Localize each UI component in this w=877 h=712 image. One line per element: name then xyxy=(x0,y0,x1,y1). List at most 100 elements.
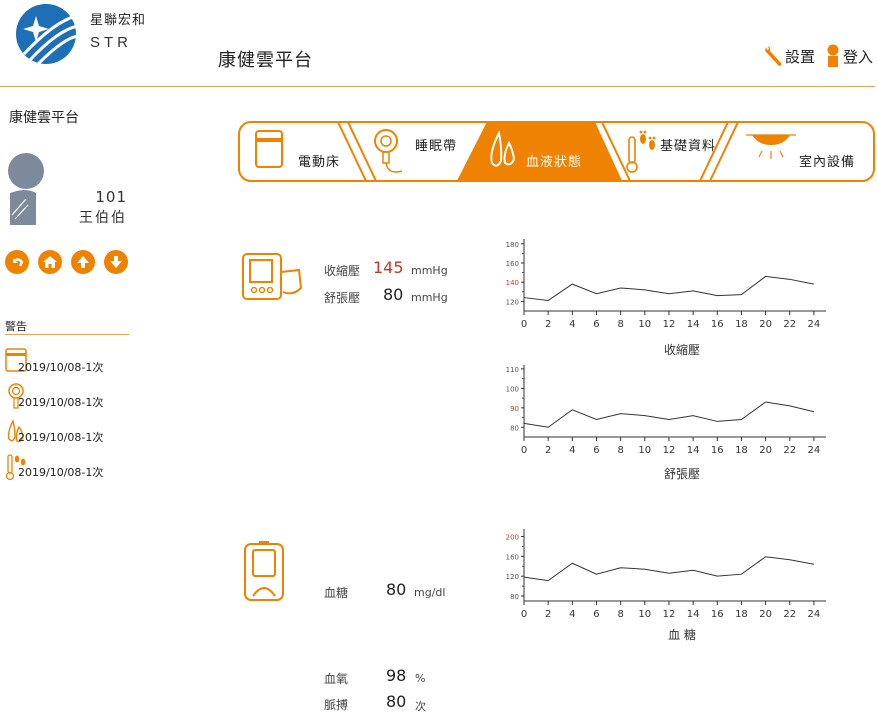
y-tick-label: 80 xyxy=(510,593,519,601)
systolic-value: 145 xyxy=(373,258,404,277)
alert-item[interactable]: 2019/10/08-1次 xyxy=(5,347,135,383)
x-tick-label: 18 xyxy=(735,319,748,330)
x-tick-label: 6 xyxy=(593,319,599,330)
x-tick-label: 16 xyxy=(711,445,724,456)
header-actions: 設置 登入 xyxy=(763,44,873,68)
category-tabs: 電動床 睡眠帶 血液狀態 基礎資料 室內設備 xyxy=(238,121,875,183)
up-button[interactable] xyxy=(71,250,95,274)
x-tick-label: 12 xyxy=(663,609,676,620)
x-tick-label: 4 xyxy=(569,319,575,330)
tab-electric-bed[interactable]: 電動床 xyxy=(248,125,358,179)
tab-indoor-equipment[interactable]: 室內設備 xyxy=(744,125,870,179)
sidebar-title: 康健雲平台 xyxy=(9,110,79,126)
x-tick-label: 10 xyxy=(638,319,651,330)
glucose-unit: mg/dl xyxy=(414,586,446,599)
page-title: 康健雲平台 xyxy=(218,50,313,71)
alert-item[interactable]: 2019/10/08-1次 xyxy=(5,452,135,488)
tab-blood-status[interactable]: 血液狀態 xyxy=(483,125,593,179)
alert-item[interactable]: 2019/10/08-1次 xyxy=(5,417,135,453)
oxygen-value: 98 xyxy=(386,666,407,685)
x-tick-label: 0 xyxy=(521,445,527,456)
alert-text: 2019/10/08-1次 xyxy=(18,361,104,374)
y-tick-label: 120 xyxy=(506,573,519,581)
x-tick-label: 18 xyxy=(735,445,748,456)
glucose-chart-title: 血 糖 xyxy=(668,628,696,642)
header-divider xyxy=(0,86,875,87)
x-tick-label: 24 xyxy=(808,609,821,620)
home-button[interactable] xyxy=(38,250,62,274)
x-tick-label: 18 xyxy=(735,609,748,620)
warning-divider xyxy=(5,334,129,335)
y-tick-label: 160 xyxy=(506,260,519,268)
x-tick-label: 8 xyxy=(617,319,623,330)
alert-text: 2019/10/08-1次 xyxy=(18,431,104,444)
y-tick-label: 110 xyxy=(506,366,519,374)
down-button[interactable] xyxy=(104,250,128,274)
oxygen-label: 血氧 xyxy=(324,672,349,686)
settings-label: 設置 xyxy=(784,47,815,66)
series-line xyxy=(523,556,815,582)
wrench-icon xyxy=(765,46,782,66)
x-tick-label: 16 xyxy=(711,609,724,620)
y-tick-label: 90 xyxy=(510,405,519,413)
blood-pressure-monitor-icon xyxy=(242,253,303,300)
x-tick-label: 10 xyxy=(638,609,651,620)
x-tick-label: 8 xyxy=(617,609,623,620)
settings-button[interactable]: 設置 xyxy=(763,45,815,67)
thermometer-feet-icon xyxy=(626,130,656,173)
str-logo[interactable] xyxy=(14,2,80,66)
alert-item[interactable]: 2019/10/08-1次 xyxy=(5,382,135,418)
x-tick-label: 16 xyxy=(711,319,724,330)
login-button[interactable]: 登入 xyxy=(825,44,873,68)
lamp-icon xyxy=(746,134,796,159)
x-tick-label: 2 xyxy=(545,319,551,330)
x-tick-label: 12 xyxy=(663,445,676,456)
alert-text: 2019/10/08-1次 xyxy=(18,396,104,409)
tab-sleep-band[interactable]: 睡眠帶 xyxy=(370,125,470,179)
y-tick-label: 80 xyxy=(510,424,519,432)
brand-name-cn: 星聯宏和 xyxy=(90,13,147,28)
tab-basic-data[interactable]: 基礎資料 xyxy=(624,125,734,179)
tab-label: 電動床 xyxy=(298,155,341,170)
x-tick-label: 20 xyxy=(759,319,772,330)
diastolic-label: 舒張壓 xyxy=(324,291,361,305)
alert-text: 2019/10/08-1次 xyxy=(18,466,104,479)
x-tick-label: 2 xyxy=(545,609,551,620)
diastolic-chart: 0 2 4 6 8 10 12 14 16 18 20 22 248090100110 xyxy=(506,365,826,456)
tab-label: 睡眠帶 xyxy=(415,139,458,154)
brand-name-en: STR xyxy=(90,34,132,51)
x-tick-label: 24 xyxy=(808,445,821,456)
user-icon xyxy=(827,44,839,67)
x-tick-label: 2 xyxy=(545,445,551,456)
tab-label: 基礎資料 xyxy=(660,139,717,154)
undo-arrow-icon xyxy=(13,258,24,267)
pulse-value: 80 xyxy=(386,692,407,711)
systolic-chart-title: 收縮壓 xyxy=(663,343,700,357)
y-tick-label: 200 xyxy=(506,533,519,541)
x-tick-label: 4 xyxy=(569,445,575,456)
avatar xyxy=(8,153,44,225)
diastolic-unit: mmHg xyxy=(411,291,448,304)
back-button[interactable] xyxy=(5,250,29,274)
x-tick-label: 14 xyxy=(687,319,700,330)
arrow-down-icon xyxy=(110,256,122,268)
x-tick-label: 0 xyxy=(521,319,527,330)
series-line xyxy=(523,275,815,301)
x-tick-label: 22 xyxy=(783,445,796,456)
glucose-label: 血糖 xyxy=(324,586,349,600)
diastolic-value: 80 xyxy=(383,285,404,304)
y-tick-label: 140 xyxy=(506,279,519,287)
pulse-label: 脈搏 xyxy=(324,698,349,712)
patient-name: 王伯伯 xyxy=(79,210,127,226)
x-tick-label: 14 xyxy=(687,609,700,620)
bed-icon xyxy=(255,130,283,168)
y-tick-label: 160 xyxy=(506,553,519,561)
x-tick-label: 14 xyxy=(687,445,700,456)
x-tick-label: 6 xyxy=(593,609,599,620)
x-tick-label: 20 xyxy=(759,445,772,456)
glucose-value: 80 xyxy=(386,580,407,599)
nav-buttons xyxy=(5,250,128,274)
arrow-up-icon xyxy=(77,256,89,268)
x-tick-label: 6 xyxy=(593,445,599,456)
glucose-chart: 0 2 4 6 8 10 12 14 16 18 20 22 2480120160200 xyxy=(506,529,826,620)
